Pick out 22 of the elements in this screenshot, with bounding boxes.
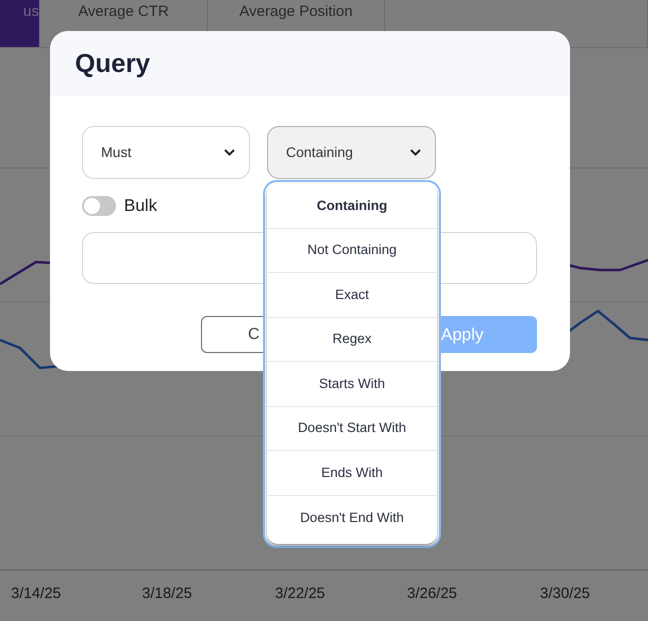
dropdown-option[interactable]: Ends With [267, 451, 437, 496]
dropdown-option[interactable]: Starts With [267, 362, 437, 406]
chevron-down-icon [410, 149, 421, 156]
axis-label: 3/22/25 [274, 584, 326, 604]
dropdown-option[interactable]: Doesn't End With [267, 496, 437, 540]
condition-select[interactable]: Containing [267, 126, 436, 179]
axis-label: 3/14/25 [10, 584, 62, 604]
dropdown-option[interactable]: Containing [267, 184, 437, 228]
match-select[interactable]: Must [82, 126, 250, 179]
axis-label: 3/30/25 [540, 584, 590, 604]
select-value: Containing [286, 143, 353, 162]
select-value: Must [101, 143, 132, 162]
axis-label: 3/18/25 [142, 584, 192, 604]
dropdown-option[interactable]: Regex [267, 318, 437, 362]
dropdown-option[interactable]: Doesn't Start With [267, 406, 437, 451]
chevron-down-icon [224, 149, 235, 156]
dropdown-option[interactable]: Not Containing [267, 228, 437, 273]
axis-label: 3/26/25 [406, 584, 458, 604]
dropdown-option[interactable]: Exact [267, 273, 437, 318]
bulk-toggle[interactable] [82, 196, 116, 216]
dialog-title: Query [75, 48, 150, 80]
bulk-label: Bulk [124, 195, 158, 218]
